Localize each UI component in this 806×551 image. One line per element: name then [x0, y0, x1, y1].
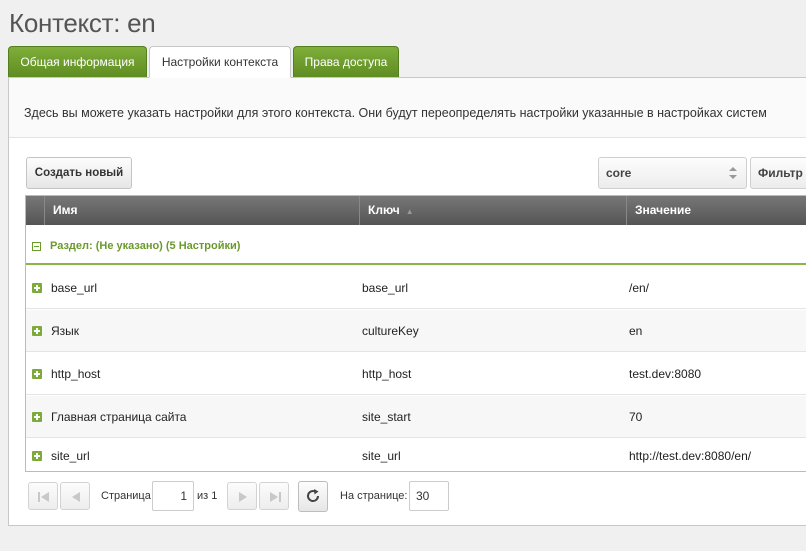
- prev-page-icon: [72, 492, 80, 502]
- cell-key: site_url: [362, 449, 401, 463]
- expand-icon[interactable]: [32, 451, 42, 461]
- namespace-select-value: core: [606, 166, 632, 180]
- refresh-icon: [307, 489, 320, 502]
- expand-icon[interactable]: [32, 369, 42, 379]
- cell-value: /en/: [629, 281, 650, 295]
- prev-page-button[interactable]: [60, 482, 90, 510]
- pagination-bar: Страница 1 из 1 На странице: 30: [26, 479, 466, 512]
- create-new-button[interactable]: Создать новый: [26, 157, 132, 189]
- cell-name: base_url: [51, 281, 98, 295]
- first-page-icon: [38, 492, 49, 502]
- description-text: Здесь вы можете указать настройки для эт…: [24, 106, 767, 120]
- collapse-icon[interactable]: [32, 242, 41, 251]
- table-row[interactable]: Главная страница сайта site_start 70: [26, 396, 806, 438]
- cell-value: test.dev:8080: [629, 367, 702, 381]
- cell-key: site_start: [362, 410, 411, 424]
- table-row[interactable]: base_url base_url /en/: [26, 267, 806, 309]
- settings-grid: Имя Ключ ▲ Значение Раздел: (Не указано) …: [25, 195, 806, 472]
- page-title: Контекст: en: [9, 8, 156, 38]
- expand-icon[interactable]: [32, 326, 42, 336]
- tab-access-rights[interactable]: Права доступа: [293, 46, 399, 77]
- table-row[interactable]: Язык cultureKey en: [26, 310, 806, 352]
- per-page-label: На странице:: [340, 490, 408, 502]
- grid-header: Имя Ключ ▲ Значение: [26, 196, 806, 225]
- table-row[interactable]: site_url site_url http://test.dev:8080/e…: [26, 439, 806, 471]
- last-page-button[interactable]: [259, 482, 289, 510]
- namespace-select[interactable]: core: [598, 157, 747, 189]
- settings-panel: Здесь вы можете указать настройки для эт…: [8, 77, 806, 526]
- group-row[interactable]: Раздел: (Не указано) (5 Настройки): [26, 225, 806, 265]
- page-number-input[interactable]: 1: [152, 481, 194, 511]
- cell-name: Язык: [51, 324, 80, 338]
- per-page-input[interactable]: 30: [409, 481, 449, 511]
- cell-value: en: [629, 324, 643, 338]
- column-header-key[interactable]: Ключ ▲: [359, 196, 626, 225]
- page-label: Страница: [101, 490, 151, 502]
- table-row[interactable]: http_host http_host test.dev:8080: [26, 353, 806, 395]
- expand-icon[interactable]: [32, 412, 42, 422]
- expand-icon[interactable]: [32, 283, 42, 293]
- cell-name: Главная страница сайта: [51, 410, 187, 424]
- description-bar: Здесь вы можете указать настройки для эт…: [9, 78, 806, 138]
- cell-value: 70: [629, 410, 643, 424]
- cell-name: http_host: [51, 367, 101, 381]
- cell-key: http_host: [362, 367, 412, 381]
- tab-context-settings[interactable]: Настройки контекста: [149, 46, 291, 78]
- cell-key: base_url: [362, 281, 409, 295]
- tab-general-info[interactable]: Общая информация: [8, 46, 147, 77]
- first-page-button[interactable]: [28, 482, 58, 510]
- column-header-value[interactable]: Значение: [626, 196, 806, 225]
- last-page-icon: [270, 492, 281, 502]
- cell-value: http://test.dev:8080/en/: [629, 449, 752, 463]
- filter-select[interactable]: Фильтр по: [750, 157, 806, 189]
- page-count-label: из 1: [197, 490, 218, 502]
- cell-key: cultureKey: [362, 324, 419, 338]
- select-arrows-icon: [729, 167, 737, 179]
- group-label: Раздел: (Не указано) (5 Настройки): [50, 240, 241, 252]
- cell-name: site_url: [51, 449, 90, 463]
- sort-icon: ▲: [405, 207, 414, 216]
- refresh-button[interactable]: [298, 481, 328, 512]
- next-page-icon: [239, 492, 247, 502]
- column-header-name[interactable]: Имя: [44, 196, 359, 225]
- next-page-button[interactable]: [227, 482, 257, 510]
